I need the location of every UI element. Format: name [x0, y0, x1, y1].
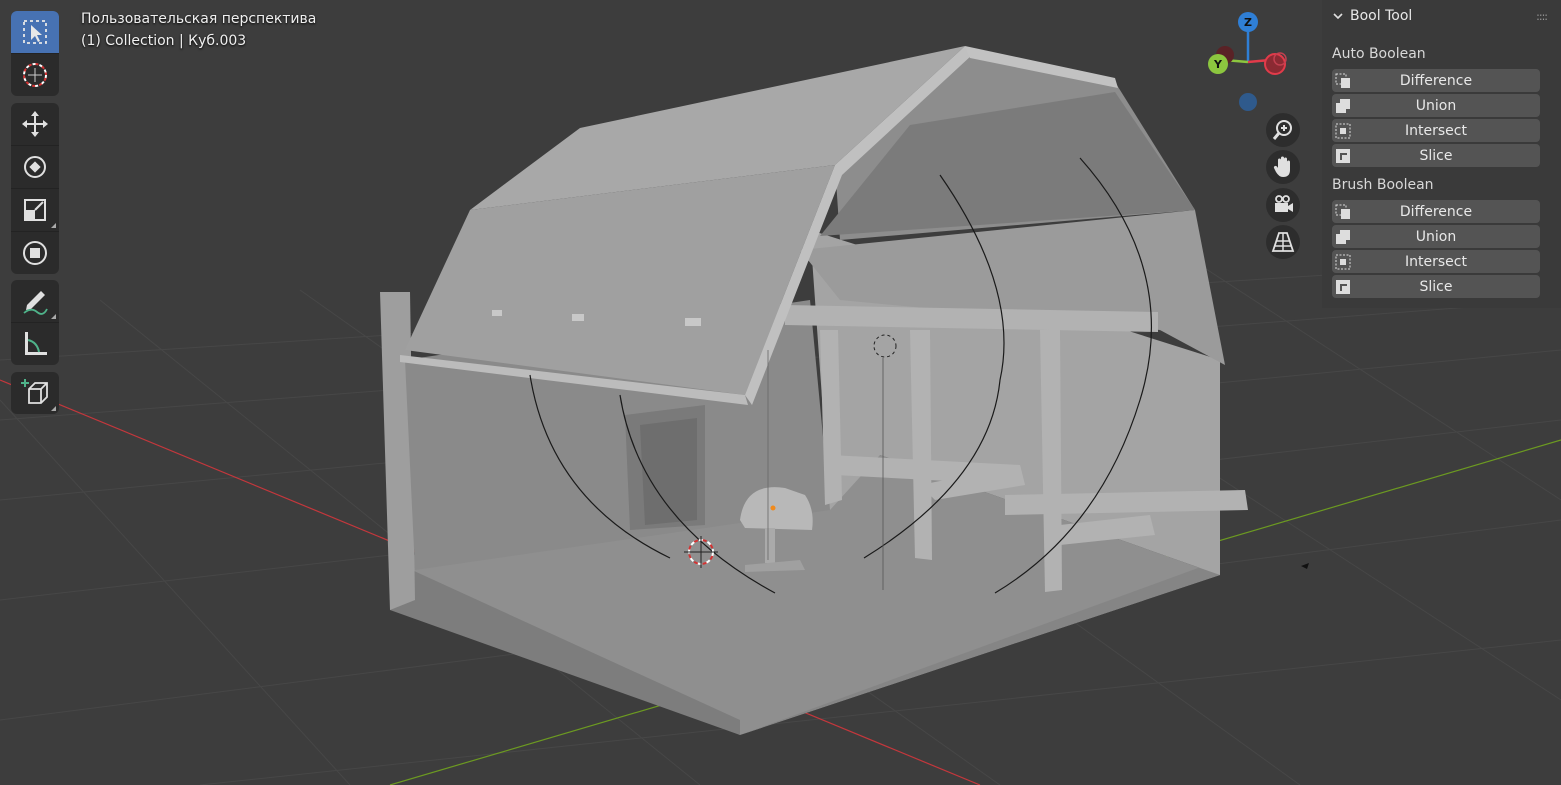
toolbar-transform-group [11, 103, 59, 274]
boolean-union-icon [1332, 94, 1354, 117]
zoom-icon [1272, 120, 1292, 140]
gizmo-y-axis[interactable]: Y [1208, 54, 1228, 74]
gizmo-z-axis[interactable]: Z [1238, 12, 1258, 32]
auto-union-button[interactable]: Union [1332, 94, 1540, 117]
bool-tool-sidebar: Bool Tool :::: Auto Boolean Difference U… [1322, 0, 1561, 308]
svg-text:Y: Y [1213, 58, 1223, 71]
auto-slice-button[interactable]: Slice [1332, 144, 1540, 167]
section-label-brush-boolean: Brush Boolean [1332, 177, 1434, 193]
navigation-gizmo[interactable]: Z Y [1200, 6, 1300, 116]
light-object-icon[interactable] [1301, 563, 1309, 569]
annotate-pencil-icon [23, 291, 48, 315]
brush-difference-button[interactable]: Difference [1332, 200, 1540, 223]
gizmo-neg-z-axis[interactable] [1239, 93, 1257, 111]
boolean-union-icon [1332, 225, 1354, 248]
boolean-intersect-icon [1332, 250, 1354, 273]
boolean-difference-icon [1332, 69, 1354, 92]
rotate-icon [24, 156, 46, 178]
boolean-slice-icon [1332, 144, 1354, 167]
rotate-tool[interactable] [11, 146, 59, 189]
cursor-tool[interactable] [11, 54, 59, 96]
auto-difference-button[interactable]: Difference [1332, 69, 1540, 92]
boolean-intersect-icon [1332, 119, 1354, 142]
perspective-toggle-button[interactable] [1266, 225, 1300, 259]
camera-icon [1275, 195, 1293, 212]
move-tool[interactable] [11, 103, 59, 146]
add-cube-tool[interactable] [11, 372, 59, 414]
panel-header[interactable]: Bool Tool [1332, 8, 1412, 24]
grid-perspective-icon [1271, 232, 1295, 252]
barn-model[interactable] [380, 46, 1248, 735]
view-name-label: Пользовательская перспектива [81, 11, 317, 27]
measure-ruler-icon [25, 332, 47, 355]
collection-info-label: (1) Collection | Куб.003 [81, 33, 247, 49]
hand-pan-icon [1273, 156, 1290, 177]
brush-slice-button[interactable]: Slice [1332, 275, 1540, 298]
auto-intersect-button[interactable]: Intersect [1332, 119, 1540, 142]
boolean-slice-icon [1332, 275, 1354, 298]
annotate-tool[interactable] [11, 280, 59, 323]
brush-intersect-button[interactable]: Intersect [1332, 250, 1540, 273]
section-label-auto-boolean: Auto Boolean [1332, 46, 1426, 62]
drag-handle-icon[interactable]: :::: [1536, 10, 1548, 23]
transform-tool[interactable] [11, 232, 59, 274]
chevron-down-icon [1333, 13, 1343, 20]
pan-button[interactable] [1266, 150, 1300, 184]
panel-title: Bool Tool [1350, 8, 1413, 24]
boolean-difference-icon [1332, 200, 1354, 223]
transform-icon [23, 241, 47, 265]
brush-union-button[interactable]: Union [1332, 225, 1540, 248]
measure-tool[interactable] [11, 323, 59, 365]
toolbar-select-group [11, 11, 59, 96]
svg-text:Z: Z [1244, 16, 1252, 29]
add-cube-icon [21, 379, 48, 404]
toolbar-annotate-group [11, 280, 59, 365]
move-arrows-icon [22, 111, 48, 137]
camera-view-button[interactable] [1266, 188, 1300, 222]
scale-tool[interactable] [11, 189, 59, 232]
zoom-button[interactable] [1266, 113, 1300, 147]
cursor-box-icon [23, 20, 47, 44]
crosshair-cursor-icon [23, 63, 47, 87]
toolbar-add-group [11, 372, 59, 414]
scale-icon [24, 199, 46, 221]
select-box-tool[interactable] [11, 11, 59, 54]
